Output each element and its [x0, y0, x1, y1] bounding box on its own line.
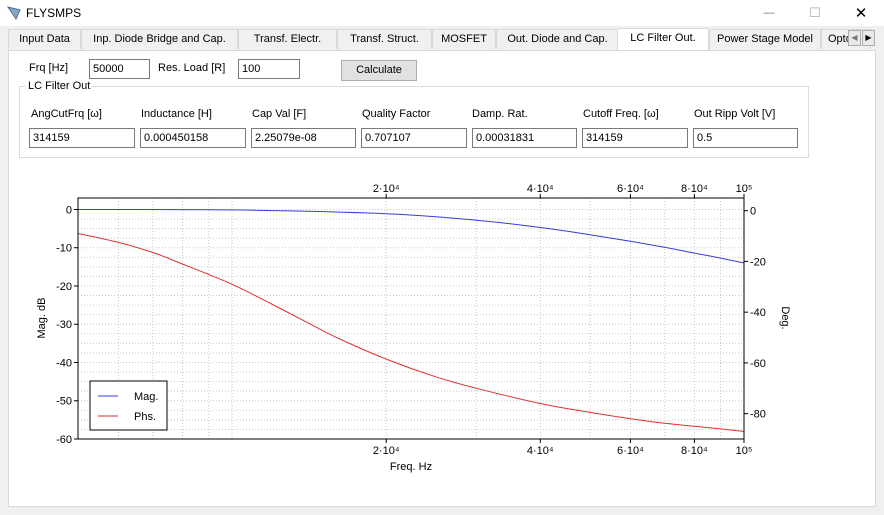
y-tick-label: -60	[56, 434, 72, 446]
legend-label-phs: Phs.	[134, 411, 156, 423]
legend-label-mag: Mag.	[134, 391, 158, 403]
y2-tick-label: -40	[750, 307, 766, 319]
x-tick-label-top: 2·10⁴	[373, 183, 400, 195]
x-tick-label-top: 4·10⁴	[527, 183, 554, 195]
y2-axis-label: Deg.	[779, 306, 791, 329]
chart-curves	[77, 208, 745, 432]
series-line-mag	[77, 208, 745, 264]
x-tick-label: 4·10⁴	[527, 445, 554, 457]
tab-lc-filter-out[interactable]: LC Filter Out.	[617, 28, 709, 50]
y2-tick-label: -80	[750, 409, 766, 421]
y2-tick-label: -60	[750, 358, 766, 370]
x-tick-label: 6·10⁴	[617, 445, 644, 457]
x-tick-label: 2·10⁴	[373, 445, 400, 457]
y-tick-label: 0	[66, 204, 72, 216]
y-tick-label: -30	[56, 319, 72, 331]
bode-chart: 0 -10 -20 -30 -40 -50 -60 0 -20 -40 -60 -80 2·10⁴ 2·1…	[36, 183, 791, 473]
plot-frame	[77, 197, 745, 440]
y-tick-label: -20	[56, 281, 72, 293]
y-tick-label: -10	[56, 243, 72, 255]
chart-grid	[77, 198, 745, 440]
x-tick-label-top: 6·10⁴	[617, 183, 644, 195]
y2-tick-label: -20	[750, 256, 766, 268]
x-tick-label: 10⁵	[736, 445, 753, 457]
y-tick-label: -50	[56, 396, 72, 408]
x-axis-label: Freq. Hz	[390, 461, 432, 473]
y-tick-label: -40	[56, 357, 72, 369]
y2-tick-label: 0	[750, 206, 756, 218]
y-axis-label: Mag. dB	[36, 298, 48, 339]
x-tick-label: 8·10⁴	[681, 445, 708, 457]
chart-legend: Mag. Phs.	[89, 380, 168, 431]
x-tick-label-top: 10⁵	[736, 183, 753, 195]
series-line-phs	[77, 233, 745, 432]
x-tick-label-top: 8·10⁴	[681, 183, 708, 195]
